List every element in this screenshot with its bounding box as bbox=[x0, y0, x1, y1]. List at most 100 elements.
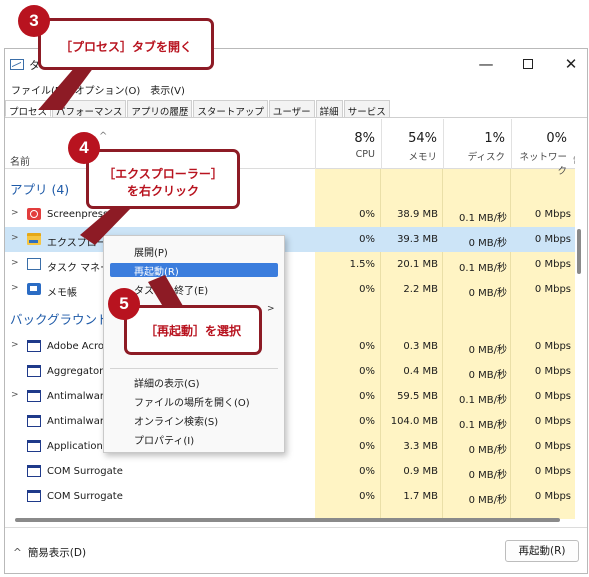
expand-chevron-icon[interactable]: > bbox=[11, 340, 19, 350]
step5-badge: 5 bbox=[108, 288, 140, 320]
table-row[interactable]: Aggregator 0% 0.4 MB 0 MB/秒 0 Mbps bbox=[5, 359, 575, 384]
maximize-button[interactable] bbox=[513, 53, 543, 75]
table-row[interactable]: > Adobe Acrobat 0% 0.3 MB 0 MB/秒 0 Mbps bbox=[5, 334, 575, 359]
acrobat-window-icon bbox=[27, 340, 41, 352]
vertical-scroll-thumb[interactable] bbox=[577, 229, 581, 274]
process-name: Screenpresso bbox=[47, 209, 115, 220]
horizontal-scroll-thumb[interactable] bbox=[15, 518, 560, 522]
notepad-icon bbox=[27, 283, 41, 295]
table-row-explorer[interactable]: > エクスプローラー 0% 39.3 MB 0 MB/秒 0 Mbps bbox=[5, 227, 575, 252]
menu-file[interactable]: ファイル(F) bbox=[9, 80, 67, 98]
table-row[interactable]: > メモ帳 0% 2.2 MB 0 MB/秒 0 Mbps bbox=[5, 277, 575, 302]
tab-users[interactable]: ユーザー bbox=[268, 100, 315, 118]
table-row[interactable]: Application 0% 3.3 MB 0 MB/秒 0 Mbps bbox=[5, 434, 575, 459]
column-disk[interactable]: 1% ディスク bbox=[443, 119, 511, 169]
cpu-value: 0% bbox=[359, 491, 375, 502]
callout-step4-line1: ［エクスプローラー］ bbox=[103, 167, 223, 181]
process-window-icon bbox=[27, 415, 41, 427]
menu-item-details[interactable]: 詳細の表示(G) bbox=[134, 375, 200, 390]
tab-processes[interactable]: プロセス bbox=[5, 100, 52, 118]
menu-item-end-task[interactable]: タスクの終了(E) bbox=[134, 282, 208, 297]
step3-badge: 3 bbox=[18, 5, 50, 37]
disk-value: 0.1 MB/秒 bbox=[459, 263, 507, 274]
chevron-up-icon: ^ bbox=[13, 547, 22, 559]
disk-percent: 1% bbox=[484, 131, 505, 146]
memory-value: 0.4 MB bbox=[403, 366, 438, 377]
table-row[interactable]: Antimalware 0% 104.0 MB 0.1 MB/秒 0 Mbps bbox=[5, 409, 575, 434]
menu-item-open-location[interactable]: ファイルの場所を開く(O) bbox=[134, 394, 250, 409]
menu-item-properties[interactable]: プロパティ(I) bbox=[134, 432, 194, 447]
column-cpu[interactable]: 8% CPU bbox=[315, 119, 381, 169]
process-window-icon bbox=[27, 390, 41, 402]
menu-item-expand[interactable]: 展開(P) bbox=[134, 244, 168, 259]
tab-app-history[interactable]: アプリの履歴 bbox=[127, 100, 193, 118]
step4-badge: 4 bbox=[68, 132, 100, 164]
cpu-value: 0% bbox=[359, 366, 375, 377]
close-button[interactable]: ✕ bbox=[556, 53, 586, 75]
process-name: Application bbox=[47, 441, 103, 452]
network-value: 0 Mbps bbox=[534, 416, 571, 427]
screenpresso-icon bbox=[27, 208, 41, 220]
expand-chevron-icon[interactable]: > bbox=[11, 258, 19, 268]
tab-performance[interactable]: パフォーマンス bbox=[52, 100, 127, 118]
disk-value: 0.1 MB/秒 bbox=[459, 420, 507, 431]
disk-label: ディスク bbox=[467, 152, 505, 163]
column-memory[interactable]: 54% メモリ bbox=[381, 119, 443, 169]
tab-strip: プロセス パフォーマンス アプリの履歴 スタートアップ ユーザー 詳細 サービス bbox=[5, 100, 587, 118]
task-manager-icon bbox=[27, 258, 41, 270]
cpu-value: 1.5% bbox=[349, 259, 375, 270]
horizontal-scrollbar[interactable] bbox=[15, 517, 570, 523]
cpu-value: 0% bbox=[359, 416, 375, 427]
tab-startup[interactable]: スタートアップ bbox=[193, 100, 268, 118]
disk-value: 0.1 MB/秒 bbox=[459, 395, 507, 406]
column-network[interactable]: 0% ネットワーク bbox=[511, 119, 573, 177]
callout-step5: ［再起動］を選択 bbox=[124, 305, 262, 355]
process-window-icon bbox=[27, 465, 41, 477]
task-manager-window: タ — ✕ ファイル(F) オプション(O) 表示(V) プロセス パフォーマン… bbox=[4, 48, 588, 574]
network-value: 0 Mbps bbox=[534, 341, 571, 352]
network-label: ネットワーク bbox=[519, 152, 567, 177]
memory-value: 20.1 MB bbox=[397, 259, 438, 270]
expand-chevron-icon[interactable]: > bbox=[11, 208, 19, 218]
menu-item-search-online[interactable]: オンライン検索(S) bbox=[134, 413, 218, 428]
group-apps: アプリ (4) bbox=[10, 182, 70, 197]
vertical-scrollbar[interactable] bbox=[576, 169, 582, 514]
footer-bar: ^ 簡易表示(D) 再起動(R) bbox=[5, 527, 587, 573]
tab-details[interactable]: 詳細 bbox=[315, 100, 343, 118]
cpu-value: 0% bbox=[359, 234, 375, 245]
memory-percent: 54% bbox=[408, 131, 437, 146]
process-name: Antimalware bbox=[47, 391, 110, 402]
table-row[interactable]: > タスク マネージャー 1.5% 20.1 MB 0.1 MB/秒 0 Mbp… bbox=[5, 252, 575, 277]
column-power-partial[interactable]: 電 bbox=[573, 153, 575, 167]
cpu-percent: 8% bbox=[354, 131, 375, 146]
minimize-button[interactable]: — bbox=[471, 53, 501, 75]
disk-value: 0 MB/秒 bbox=[468, 470, 507, 481]
expand-chevron-icon[interactable]: > bbox=[11, 283, 19, 293]
process-name: COM Surrogate bbox=[47, 491, 123, 502]
menu-view[interactable]: 表示(V) bbox=[148, 80, 187, 98]
submenu-arrow-icon: > bbox=[267, 304, 275, 314]
column-name[interactable]: 名前 bbox=[10, 153, 30, 168]
memory-value: 39.3 MB bbox=[397, 234, 438, 245]
process-name: メモ帳 bbox=[47, 288, 77, 299]
network-percent: 0% bbox=[546, 131, 567, 146]
table-row[interactable]: COM Surrogate 0% 1.7 MB 0 MB/秒 0 Mbps bbox=[5, 484, 575, 509]
disk-value: 0 MB/秒 bbox=[468, 288, 507, 299]
expand-chevron-icon[interactable]: > bbox=[11, 390, 19, 400]
network-value: 0 Mbps bbox=[534, 284, 571, 295]
tab-services[interactable]: サービス bbox=[343, 100, 390, 118]
callout-step3: ［プロセス］タブを開く bbox=[38, 18, 214, 70]
network-value: 0 Mbps bbox=[534, 491, 571, 502]
expand-chevron-icon[interactable]: > bbox=[11, 233, 19, 243]
disk-value: 0 MB/秒 bbox=[468, 370, 507, 381]
memory-value: 0.3 MB bbox=[403, 341, 438, 352]
table-row[interactable]: COM Surrogate 0% 0.9 MB 0 MB/秒 0 Mbps bbox=[5, 459, 575, 484]
fewer-details-toggle[interactable]: ^ 簡易表示(D) bbox=[13, 545, 86, 560]
disk-value: 0.1 MB/秒 bbox=[459, 213, 507, 224]
menu-item-restart[interactable]: 再起動(R) bbox=[110, 263, 278, 278]
process-window-icon bbox=[27, 440, 41, 452]
table-row[interactable]: > Antimalware 0% 59.5 MB 0.1 MB/秒 0 Mbps bbox=[5, 384, 575, 409]
menu-options[interactable]: オプション(O) bbox=[73, 80, 143, 98]
restart-button[interactable]: 再起動(R) bbox=[505, 540, 579, 562]
network-value: 0 Mbps bbox=[534, 441, 571, 452]
